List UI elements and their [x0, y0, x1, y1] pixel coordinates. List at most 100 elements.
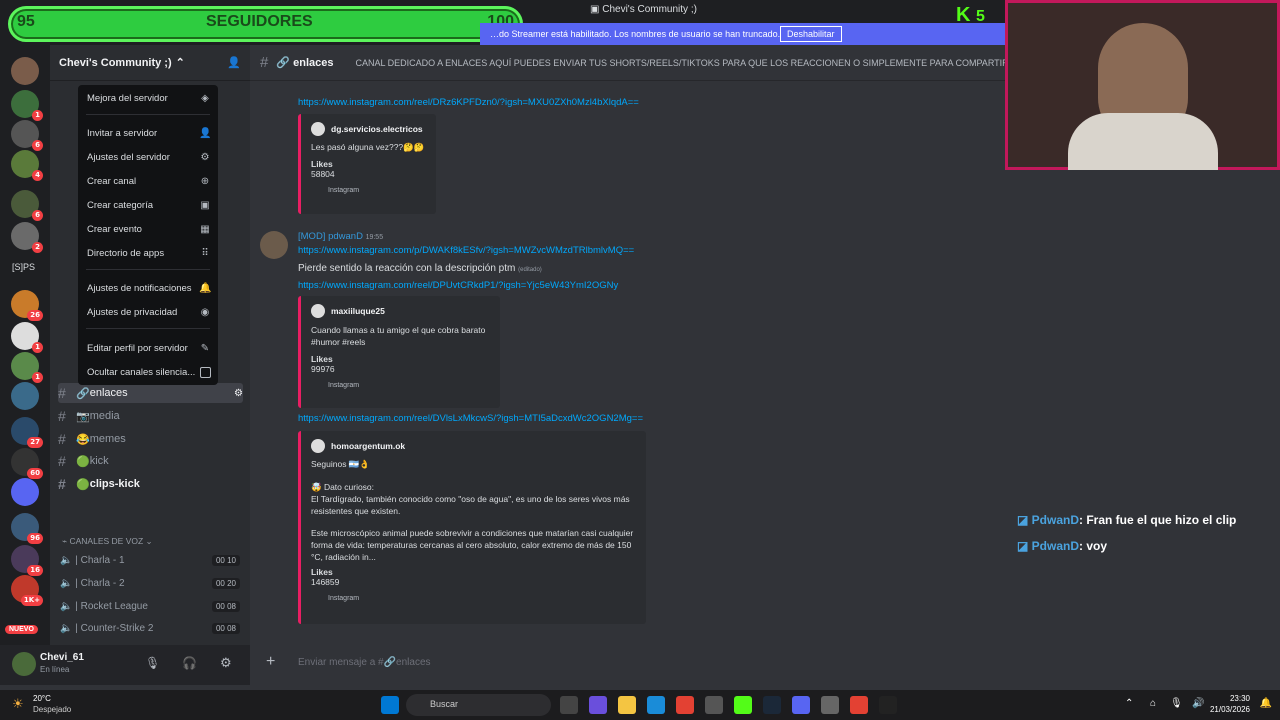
gear-icon[interactable]: ⚙ — [234, 388, 243, 399]
channel-memes[interactable]: # 😂 memes — [58, 429, 126, 449]
kick-app-icon[interactable] — [734, 696, 752, 714]
voice-channel[interactable]: 🔈 | Charla - 2 00 20 — [60, 574, 240, 592]
message-link[interactable]: https://www.instagram.com/reel/DRz6KPFDz… — [298, 97, 639, 108]
server-label[interactable]: [S]PS — [12, 262, 35, 272]
server-icon[interactable]: 16 — [11, 545, 43, 576]
avatar[interactable] — [260, 231, 288, 259]
server-icon[interactable]: 60 — [11, 448, 43, 479]
folder-plus-icon: ▣ — [200, 200, 210, 211]
menu-divider — [86, 328, 210, 329]
volume-icon[interactable]: 🔊 — [1192, 698, 1204, 709]
menu-item-settings[interactable]: Ajustes del servidor — [87, 150, 170, 166]
voice-channel[interactable]: 🔈 | Counter-Strike 2 00 08 — [60, 619, 240, 637]
menu-item-privacy[interactable]: Ajustes de privacidad — [87, 305, 177, 321]
channel-enlaces[interactable]: # 🔗 enlaces ⚙ — [58, 383, 243, 403]
channel-kick[interactable]: # 🟢 kick — [58, 451, 109, 471]
task-view-icon[interactable] — [560, 696, 578, 714]
checkbox[interactable] — [200, 367, 211, 378]
headphones-icon[interactable]: 🎧 — [182, 656, 197, 670]
copilot-icon[interactable] — [589, 696, 607, 714]
menu-item-create-category[interactable]: Crear categoría — [87, 198, 153, 214]
mic-tray-icon[interactable]: 🎙 — [1170, 698, 1183, 709]
discord-icon[interactable] — [792, 696, 810, 714]
steam-icon[interactable] — [763, 696, 781, 714]
server-icon[interactable]: 1 — [11, 352, 43, 383]
chrome-icon[interactable] — [676, 696, 694, 714]
voice-channel[interactable]: 🔈 | Rocket League 00 08 — [60, 597, 240, 615]
server-icon[interactable]: 1K+ — [11, 575, 43, 606]
add-attachment-icon[interactable]: + — [266, 653, 275, 671]
chat-line: ◪ PdwanD: Fran fue el que hizo el clip — [1017, 513, 1236, 527]
channel-topic[interactable]: CANAL DEDICADO A ENLACES AQUÍ PUEDES ENV… — [355, 58, 1005, 68]
category-name: CANALES DE VOZ — [69, 536, 144, 546]
embed-text: 🤯 Dato curioso: — [311, 482, 375, 492]
server-context-menu: Mejora del servidor ◈ Invitar a servidor 👤… — [78, 85, 218, 385]
channel-clips-kick[interactable]: # 🟢 clips-kick — [58, 474, 140, 494]
menu-item-create-channel[interactable]: Crear canal — [87, 174, 136, 190]
notification-bell-icon[interactable]: 🔔 — [1260, 698, 1272, 709]
voice-count-limit: 20 — [227, 578, 236, 588]
embed-author[interactable]: dg.servicios.electricos — [311, 122, 426, 136]
likes-label: Likes — [311, 354, 333, 364]
menu-item-create-event[interactable]: Crear evento — [87, 222, 142, 238]
server-icon[interactable]: 26 — [11, 290, 43, 321]
server-header[interactable]: Chevi's Community ;) ⌃ 👤 — [50, 45, 250, 81]
message-link[interactable]: https://www.instagram.com/p/DWAKf8kESfv/… — [298, 245, 634, 256]
channel-emoji: 🟢 — [76, 478, 90, 491]
embed-author[interactable]: homoargentum.ok — [311, 439, 636, 453]
menu-item-app-directory[interactable]: Directorio de apps — [87, 246, 164, 262]
settings-gear-icon[interactable]: ⚙ — [220, 655, 232, 671]
embed-author[interactable]: maxiiluque25 — [311, 304, 490, 318]
mic-icon[interactable]: 🎙 — [145, 656, 160, 670]
add-user-icon[interactable]: 👤 — [227, 56, 241, 69]
server-icon[interactable]: 27 — [11, 417, 43, 448]
menu-item-boost[interactable]: Mejora del servidor — [87, 91, 168, 107]
disable-button[interactable]: Deshabilitar — [780, 26, 842, 42]
message-input[interactable]: Enviar mensaje a #🔗enlaces — [298, 657, 431, 668]
file-explorer-icon[interactable] — [618, 696, 636, 714]
message-link[interactable]: https://www.instagram.com/reel/DPUvtCRkd… — [298, 280, 618, 291]
instagram-embed: homoargentum.ok Seguinos 🇦🇷👌 🤯 Dato curi… — [298, 431, 646, 624]
streamer-shirt — [1068, 113, 1218, 170]
edge-icon[interactable] — [647, 696, 665, 714]
chevron-up-icon[interactable]: ⌃ — [1125, 698, 1133, 709]
voice-category[interactable]: ⌁ CANALES DE VOZ ⌄ — [62, 536, 153, 547]
server-icon[interactable]: 96 — [11, 513, 43, 544]
voice-count: 00 20 — [211, 577, 240, 589]
menu-item-notifications[interactable]: Ajustes de notificaciones — [87, 281, 192, 297]
voice-channel-name: | Rocket League — [75, 600, 148, 612]
message-author[interactable]: [MOD] pdwanD 19:55 — [298, 231, 383, 242]
unread-badge: 1K+ — [20, 595, 43, 606]
server-icon[interactable]: 1 — [11, 90, 43, 121]
server-icon[interactable]: 1 — [11, 322, 43, 353]
windows-start-icon[interactable] — [381, 696, 399, 714]
server-icon[interactable] — [11, 478, 39, 506]
clock-date[interactable]: 21/03/2026 — [1210, 705, 1250, 714]
weather-icon[interactable]: ☀ — [12, 696, 24, 712]
voice-channel[interactable]: 🔈 | Charla - 1 00 10 — [60, 551, 240, 569]
unread-badge: 1 — [32, 342, 43, 353]
server-icon[interactable]: 2 — [11, 222, 43, 253]
network-icon[interactable]: ⌂ — [1150, 698, 1156, 709]
chrome-icon[interactable] — [850, 696, 868, 714]
taskbar-search[interactable]: Buscar — [406, 694, 551, 716]
server-icon[interactable] — [11, 57, 39, 85]
menu-item-edit-profile[interactable]: Editar perfil por servidor — [87, 341, 188, 357]
server-icon[interactable]: 6 — [11, 190, 43, 221]
channel-media[interactable]: # 📷 media — [58, 406, 120, 426]
menu-item-invite[interactable]: Invitar a servidor — [87, 126, 157, 142]
server-icon[interactable]: 4 — [11, 150, 43, 181]
hash-icon: # — [58, 408, 66, 424]
message-link[interactable]: https://www.instagram.com/reel/DVlsLxMkc… — [298, 413, 643, 424]
menu-item-hide-muted[interactable]: Ocultar canales silencia... — [87, 365, 195, 381]
avatar[interactable] — [12, 652, 36, 676]
server-icon[interactable] — [11, 382, 39, 410]
epic-games-icon[interactable] — [879, 696, 897, 714]
voice-channel-name: | Charla - 1 — [75, 554, 125, 566]
store-icon[interactable] — [705, 696, 723, 714]
hash-icon: # — [58, 453, 66, 469]
obs-icon[interactable] — [821, 696, 839, 714]
server-icon[interactable]: 6 — [11, 120, 43, 151]
clock-time[interactable]: 23:30 — [1230, 694, 1250, 703]
voice-count-limit: 08 — [227, 601, 236, 611]
